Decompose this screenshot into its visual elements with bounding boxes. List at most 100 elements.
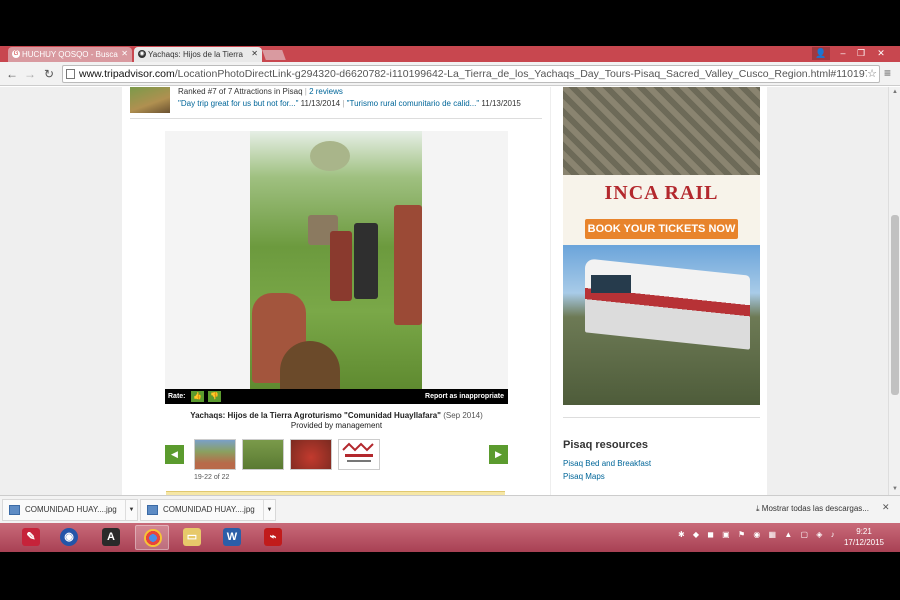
- show-all-downloads-link[interactable]: ⤓ Mostrar todas las descargas...: [756, 504, 869, 514]
- url-path: /LocationPhotoDirectLink-g294320-d662078…: [174, 68, 871, 80]
- tripadvisor-icon: ◉: [138, 50, 146, 58]
- photo-caption: Yachaqs: Hijos de la Tierra Agroturismo …: [165, 411, 508, 431]
- taskbar-app[interactable]: W: [215, 525, 249, 550]
- close-tab-icon[interactable]: ✕: [121, 49, 128, 58]
- resources-title: Pisaq resources: [563, 439, 648, 451]
- inca-rail-logo: INCA RAIL: [604, 182, 719, 204]
- inca-rail-ad[interactable]: INCA RAIL BOOK YOUR TICKETS NOW: [563, 175, 760, 245]
- review-date-1: 11/13/2014: [300, 99, 341, 108]
- train-shape: [585, 258, 750, 350]
- scroll-up-icon[interactable]: ▲: [892, 89, 898, 95]
- tab-title: HUCHUY QOSQO - Busca: [22, 50, 118, 59]
- scroll-down-icon[interactable]: ▼: [892, 486, 898, 492]
- next-photo-button[interactable]: ▶: [489, 445, 508, 464]
- soil-mound-shape: [280, 341, 340, 389]
- tab-google-search[interactable]: G HUCHUY QOSQO - Busca ✕: [8, 47, 132, 62]
- previous-photo-button[interactable]: ◀: [165, 445, 184, 464]
- download-item[interactable]: COMUNIDAD HUAY....jpg ▼: [2, 499, 138, 521]
- download-item[interactable]: COMUNIDAD HUAY....jpg ▼: [140, 499, 276, 521]
- reload-icon[interactable]: ↻: [41, 66, 57, 82]
- system-tray-icons[interactable]: ✱ ◆ ◼ ▣ ⚑ ◉ ▦ ▲ ▢ ◈ ♪: [678, 530, 838, 539]
- tab-strip: G HUCHUY QOSQO - Busca ✕ ◉ Yachaqs: Hijo…: [0, 46, 900, 62]
- review-quote-1[interactable]: "Day trip great for us but not for...": [178, 99, 298, 108]
- word-icon: W: [223, 528, 241, 546]
- photo-thumbnail[interactable]: [242, 439, 284, 470]
- reviews-link[interactable]: 2 reviews: [309, 87, 343, 96]
- download-filename: COMUNIDAD HUAY....jpg: [25, 505, 117, 514]
- train-window-shape: [591, 275, 631, 293]
- download-bar: COMUNIDAD HUAY....jpg ▼ COMUNIDAD HUAY..…: [0, 495, 900, 523]
- restore-icon[interactable]: ❐: [852, 47, 870, 60]
- tab-tripadvisor[interactable]: ◉ Yachaqs: Hijos de la Tierra ✕: [134, 47, 262, 62]
- image-file-icon: [9, 505, 20, 515]
- farmer-figure: [354, 223, 378, 299]
- provided-by: Provided by management: [290, 421, 383, 430]
- back-arrow-icon[interactable]: ←: [4, 66, 20, 82]
- review-quote-2[interactable]: "Turismo rural comunitario de calid...": [347, 99, 480, 108]
- taskbar-app[interactable]: ◉: [52, 525, 86, 550]
- scrollbar-thumb[interactable]: [891, 215, 899, 395]
- taskbar-app[interactable]: ▭: [175, 525, 209, 550]
- farmer-figure: [394, 205, 422, 325]
- browser-toolbar: ← → ↻ www.tripadvisor.com/LocationPhotoD…: [0, 62, 900, 86]
- caption-title: Yachaqs: Hijos de la Tierra Agroturismo …: [190, 411, 441, 420]
- page-viewport: Ranked #7 of 7 Attractions in Pisaq | 2 …: [0, 87, 900, 495]
- photo-thumbnail[interactable]: [290, 439, 332, 470]
- address-bar[interactable]: www.tripadvisor.com/LocationPhotoDirectL…: [62, 65, 880, 83]
- thumbs-up-icon[interactable]: 👍: [191, 391, 204, 402]
- resource-link[interactable]: Pisaq Bed and Breakfast: [563, 459, 651, 468]
- close-tab-icon[interactable]: ✕: [251, 49, 258, 58]
- pdf-icon: ⌁: [264, 528, 282, 546]
- ad-ruins-image[interactable]: [563, 87, 760, 175]
- clock-time: 9:21: [856, 527, 872, 536]
- ranking-line: Ranked #7 of 7 Attractions in Pisaq | 2 …: [178, 87, 343, 96]
- taskbar-app[interactable]: ⌁: [256, 525, 290, 550]
- menu-icon[interactable]: ≡: [884, 66, 891, 80]
- clock[interactable]: 9:21 17/12/2015: [838, 526, 890, 548]
- divider: [130, 118, 542, 119]
- taskbar-app[interactable]: A: [94, 525, 128, 550]
- minimize-icon[interactable]: –: [834, 47, 852, 60]
- vertical-scrollbar[interactable]: ▲ ▼: [888, 87, 900, 495]
- user-icon[interactable]: 👤: [812, 47, 830, 60]
- farmer-figure: [330, 231, 352, 301]
- app-icon: ✎: [22, 528, 40, 546]
- book-tickets-button[interactable]: BOOK YOUR TICKETS NOW: [585, 219, 738, 239]
- taskbar-app[interactable]: ✎: [14, 525, 48, 550]
- tree-shape: [310, 141, 350, 171]
- app-icon: A: [102, 528, 120, 546]
- taskbar-chrome[interactable]: [135, 525, 169, 550]
- divider: [563, 417, 760, 418]
- yachaqs-logo-icon: [342, 442, 374, 462]
- photo-counter: 19-22 of 22: [194, 474, 230, 481]
- chevron-down-icon[interactable]: ▼: [263, 500, 275, 520]
- browser-window: G HUCHUY QOSQO - Busca ✕ ◉ Yachaqs: Hijo…: [0, 46, 900, 552]
- bookmark-star-icon[interactable]: ☆: [867, 66, 877, 82]
- ad-train-image[interactable]: [563, 245, 760, 405]
- thumbs-down-icon[interactable]: 👎: [208, 391, 221, 402]
- close-window-icon[interactable]: ✕: [872, 47, 890, 60]
- google-icon: G: [12, 50, 20, 58]
- caption-date: (Sep 2014): [443, 411, 483, 420]
- url-host: www.tripadvisor.com: [79, 68, 175, 80]
- attraction-thumbnail[interactable]: [130, 87, 170, 113]
- clock-date: 17/12/2015: [843, 538, 885, 547]
- report-link[interactable]: Report as inappropriate: [425, 389, 504, 404]
- new-tab-button[interactable]: [262, 50, 286, 60]
- photo-thumbnail[interactable]: [194, 439, 236, 470]
- show-all-label: Mostrar todas las descargas...: [761, 504, 869, 513]
- image-file-icon: [147, 505, 158, 515]
- main-content: Ranked #7 of 7 Attractions in Pisaq | 2 …: [122, 87, 767, 495]
- photo-action-bar: Rate: 👍 👎 Report as inappropriate: [165, 389, 508, 404]
- resource-link[interactable]: Pisaq Maps: [563, 472, 605, 481]
- page-icon: [66, 69, 75, 79]
- app-icon: ◉: [60, 528, 78, 546]
- review-snippets: "Day trip great for us but not for..." 1…: [178, 99, 521, 108]
- ranking-text: Ranked #7 of 7 Attractions in Pisaq: [178, 87, 303, 96]
- download-filename: COMUNIDAD HUAY....jpg: [163, 505, 255, 514]
- chevron-down-icon[interactable]: ▼: [125, 500, 137, 520]
- forward-arrow-icon[interactable]: →: [22, 66, 38, 82]
- close-download-bar-icon[interactable]: ✕: [882, 502, 890, 513]
- photo-thumbnail-logo[interactable]: [338, 439, 380, 470]
- main-photo[interactable]: [250, 131, 422, 389]
